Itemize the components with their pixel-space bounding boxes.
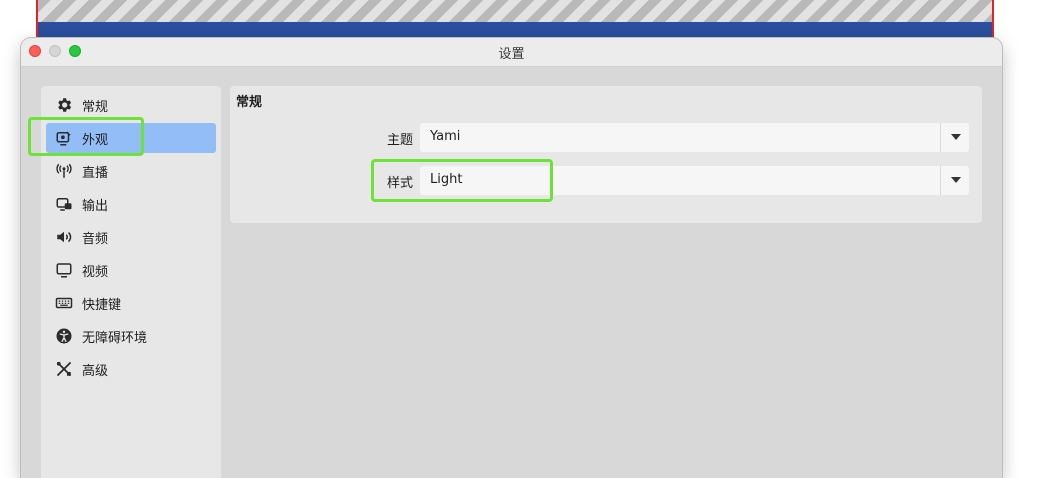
sidebar-item-label: 外观 bbox=[82, 132, 109, 148]
keyboard-icon bbox=[54, 293, 74, 313]
sidebar-item-label: 视频 bbox=[82, 264, 109, 280]
theme-select[interactable]: Yami bbox=[420, 123, 969, 152]
sidebar-item-label: 直播 bbox=[82, 165, 109, 181]
theme-label: 主题 bbox=[387, 133, 414, 148]
speaker-icon bbox=[54, 227, 74, 247]
appearance-icon bbox=[54, 128, 74, 148]
select-divider bbox=[940, 166, 941, 195]
chevron-down-icon[interactable] bbox=[951, 134, 961, 140]
sidebar-item-accessibility[interactable]: 无障碍环境 bbox=[46, 321, 216, 351]
broadcast-antenna-icon bbox=[54, 161, 74, 181]
style-select[interactable]: Light bbox=[420, 166, 969, 195]
window-title: 设置 bbox=[498, 47, 525, 62]
sidebar-item-label: 无障碍环境 bbox=[82, 330, 148, 346]
section-title: 常规 bbox=[236, 95, 263, 110]
sidebar-item-label: 常规 bbox=[82, 99, 109, 115]
style-select-value: Light bbox=[430, 172, 463, 187]
sidebar-item-hotkeys[interactable]: 快捷键 bbox=[46, 288, 216, 318]
monitor-icon bbox=[54, 260, 74, 280]
sidebar-item-label: 高级 bbox=[82, 363, 109, 379]
sidebar-item-general[interactable]: 常规 bbox=[46, 90, 216, 120]
sidebar-item-label: 输出 bbox=[82, 198, 109, 214]
settings-window: 设置 常规 外观 直播 输出 音频 视频 快捷键 无障碍环境 高级 常规 主题 … bbox=[21, 38, 1002, 478]
gear-icon bbox=[54, 95, 74, 115]
background-preview bbox=[36, 0, 994, 40]
sidebar-item-appearance[interactable]: 外观 bbox=[46, 123, 216, 153]
chevron-down-icon[interactable] bbox=[951, 177, 961, 183]
sidebar-item-label: 音频 bbox=[82, 231, 109, 247]
sidebar-item-stream[interactable]: 直播 bbox=[46, 156, 216, 186]
sidebar-item-audio[interactable]: 音频 bbox=[46, 222, 216, 252]
style-label: 样式 bbox=[387, 176, 414, 191]
sidebar-item-output[interactable]: 输出 bbox=[46, 189, 216, 219]
general-settings-panel: 常规 主题 Yami 样式 Light bbox=[230, 86, 982, 223]
select-divider bbox=[940, 123, 941, 152]
tools-icon bbox=[54, 359, 74, 379]
theme-select-value: Yami bbox=[430, 129, 461, 144]
title-bar: 设置 bbox=[21, 38, 1002, 67]
sidebar-item-advanced[interactable]: 高级 bbox=[46, 354, 216, 384]
output-icon bbox=[54, 194, 74, 214]
settings-sidebar: 常规 外观 直播 输出 音频 视频 快捷键 无障碍环境 高级 bbox=[41, 86, 221, 478]
background-preview-stripes bbox=[38, 0, 992, 22]
sidebar-item-label: 快捷键 bbox=[82, 297, 122, 313]
sidebar-item-video[interactable]: 视频 bbox=[46, 255, 216, 285]
accessibility-icon bbox=[54, 326, 74, 346]
